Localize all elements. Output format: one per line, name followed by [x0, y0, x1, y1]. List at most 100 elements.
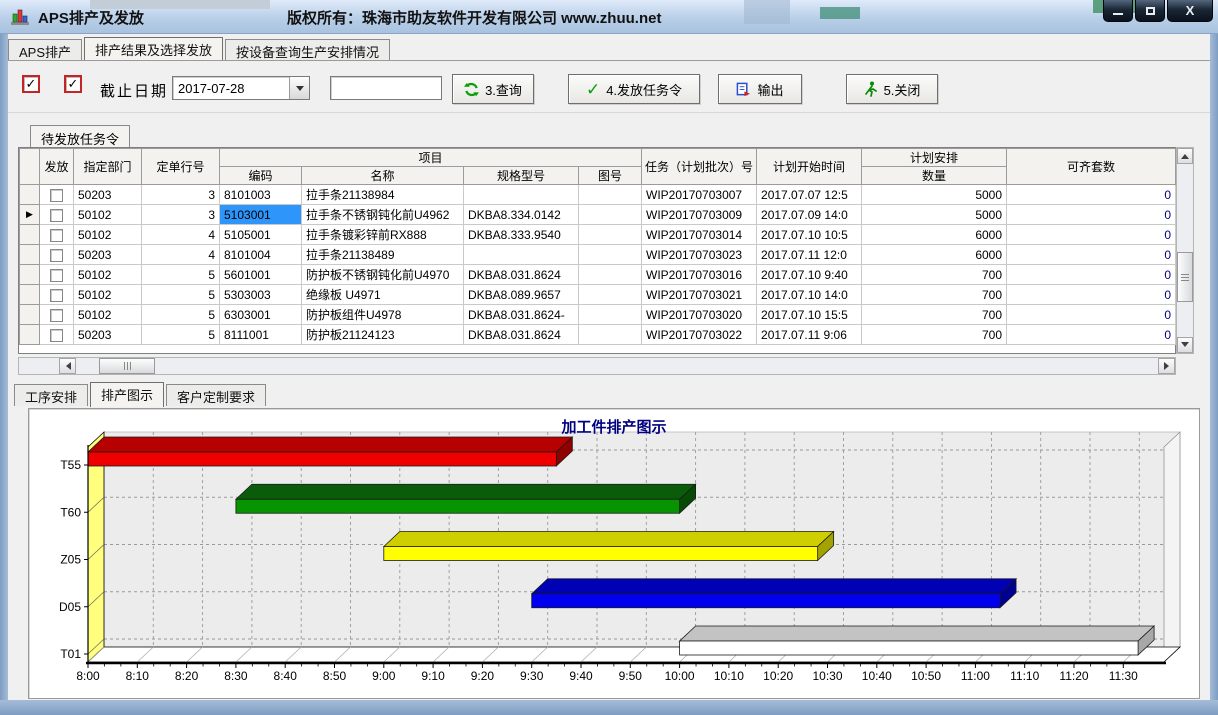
spec-cell[interactable]	[464, 245, 579, 265]
line-no-cell[interactable]: 5	[142, 265, 220, 285]
scroll-left-button[interactable]	[59, 358, 76, 374]
vertical-scroll-thumb[interactable]	[1177, 252, 1193, 302]
code-cell[interactable]: 6303001	[220, 305, 302, 325]
tab-schedule-chart[interactable]: 排产图示	[90, 382, 164, 407]
dispatch-task-button[interactable]: ✓ 4.发放任务令	[568, 74, 700, 104]
task-no-cell[interactable]: WIP20170703016	[642, 265, 757, 285]
code-cell[interactable]: 8111001	[220, 325, 302, 345]
code-cell[interactable]: 5303003	[220, 285, 302, 305]
code-cell[interactable]: 5601001	[220, 265, 302, 285]
name-cell[interactable]: 拉手条21138489	[302, 245, 464, 265]
start-time-cell[interactable]: 2017.07.11 9:06	[757, 325, 862, 345]
dispatch-cell[interactable]	[40, 245, 74, 265]
task-no-cell[interactable]: WIP20170703020	[642, 305, 757, 325]
deadline-date-combobox[interactable]: 2017-07-28	[172, 76, 310, 100]
name-cell[interactable]: 拉手条不锈钢钝化前U4962	[302, 205, 464, 225]
dept-cell[interactable]: 50203	[74, 245, 142, 265]
drawing-cell[interactable]	[579, 245, 642, 265]
drawing-cell[interactable]	[579, 305, 642, 325]
code-cell[interactable]: 8101004	[220, 245, 302, 265]
task-no-cell[interactable]: WIP20170703007	[642, 185, 757, 205]
select-all-checkbox-2[interactable]: ✓	[64, 75, 82, 93]
name-cell[interactable]: 防护板不锈钢钝化前U4970	[302, 265, 464, 285]
dispatch-checkbox[interactable]	[50, 229, 63, 242]
dispatch-cell[interactable]	[40, 265, 74, 285]
qty-cell[interactable]: 700	[862, 305, 1007, 325]
start-time-cell[interactable]: 2017.07.10 15:5	[757, 305, 862, 325]
tab-aps-scheduling[interactable]: APS排产	[8, 39, 82, 61]
tab-schedule-result[interactable]: 排产结果及选择发放	[84, 37, 223, 62]
tab-process-arrangement[interactable]: 工序安排	[14, 384, 88, 406]
close-form-button[interactable]: 5.关闭	[846, 74, 938, 104]
qty-cell[interactable]: 700	[862, 265, 1007, 285]
start-time-cell[interactable]: 2017.07.10 9:40	[757, 265, 862, 285]
name-cell[interactable]: 拉手条镀彩锌前RX888	[302, 225, 464, 245]
tab-customer-requirements[interactable]: 客户定制要求	[166, 384, 266, 406]
sets-cell[interactable]: 0	[1007, 285, 1176, 305]
dept-cell[interactable]: 50102	[74, 265, 142, 285]
dispatch-checkbox[interactable]	[50, 309, 63, 322]
dept-cell[interactable]: 50203	[74, 325, 142, 345]
task-no-cell[interactable]: WIP20170703022	[642, 325, 757, 345]
dispatch-cell[interactable]	[40, 325, 74, 345]
sets-cell[interactable]: 0	[1007, 185, 1176, 205]
drawing-cell[interactable]	[579, 185, 642, 205]
qty-cell[interactable]: 700	[862, 325, 1007, 345]
drawing-cell[interactable]	[579, 285, 642, 305]
sets-cell[interactable]: 0	[1007, 325, 1176, 345]
spec-cell[interactable]	[464, 185, 579, 205]
drawing-cell[interactable]	[579, 205, 642, 225]
dispatch-cell[interactable]	[40, 205, 74, 225]
name-cell[interactable]: 拉手条21138984	[302, 185, 464, 205]
start-time-cell[interactable]: 2017.07.07 12:5	[757, 185, 862, 205]
sets-cell[interactable]: 0	[1007, 225, 1176, 245]
dispatch-checkbox[interactable]	[50, 329, 63, 342]
line-no-cell[interactable]: 3	[142, 185, 220, 205]
dispatch-cell[interactable]	[40, 285, 74, 305]
dispatch-cell[interactable]	[40, 185, 74, 205]
dept-cell[interactable]: 50203	[74, 185, 142, 205]
tab-equipment-query[interactable]: 按设备查询生产安排情况	[225, 39, 390, 61]
line-no-cell[interactable]: 5	[142, 325, 220, 345]
filter-input[interactable]	[330, 76, 442, 100]
spec-cell[interactable]: DKBA8.334.0142	[464, 205, 579, 225]
code-cell[interactable]: 5103001	[220, 205, 302, 225]
qty-cell[interactable]: 5000	[862, 185, 1007, 205]
dispatch-cell[interactable]	[40, 225, 74, 245]
qty-cell[interactable]: 700	[862, 285, 1007, 305]
minimize-button[interactable]	[1103, 0, 1133, 22]
spec-cell[interactable]: DKBA8.031.8624-	[464, 305, 579, 325]
line-no-cell[interactable]: 4	[142, 225, 220, 245]
scroll-down-button[interactable]	[1177, 337, 1193, 353]
code-cell[interactable]: 8101003	[220, 185, 302, 205]
qty-cell[interactable]: 6000	[862, 245, 1007, 265]
task-no-cell[interactable]: WIP20170703021	[642, 285, 757, 305]
dispatch-checkbox[interactable]	[50, 189, 63, 202]
start-time-cell[interactable]: 2017.07.10 14:0	[757, 285, 862, 305]
spec-cell[interactable]: DKBA8.089.9657	[464, 285, 579, 305]
line-no-cell[interactable]: 5	[142, 305, 220, 325]
sets-cell[interactable]: 0	[1007, 265, 1176, 285]
drawing-cell[interactable]	[579, 325, 642, 345]
sets-cell[interactable]: 0	[1007, 305, 1176, 325]
select-all-checkbox-1[interactable]: ✓	[22, 75, 40, 93]
name-cell[interactable]: 防护板组件U4978	[302, 305, 464, 325]
name-cell[interactable]: 防护板21124123	[302, 325, 464, 345]
drawing-cell[interactable]	[579, 265, 642, 285]
dispatch-checkbox[interactable]	[50, 209, 63, 222]
dispatch-checkbox[interactable]	[50, 269, 63, 282]
dept-cell[interactable]: 50102	[74, 205, 142, 225]
dept-cell[interactable]: 50102	[74, 225, 142, 245]
combobox-dropdown-button[interactable]	[289, 77, 309, 99]
task-no-cell[interactable]: WIP20170703014	[642, 225, 757, 245]
dispatch-checkbox[interactable]	[50, 249, 63, 262]
sets-cell[interactable]: 0	[1007, 245, 1176, 265]
qty-cell[interactable]: 6000	[862, 225, 1007, 245]
dept-cell[interactable]: 50102	[74, 305, 142, 325]
close-button[interactable]: X	[1167, 0, 1213, 22]
spec-cell[interactable]: DKBA8.031.8624	[464, 325, 579, 345]
start-time-cell[interactable]: 2017.07.10 10:5	[757, 225, 862, 245]
dispatch-cell[interactable]	[40, 305, 74, 325]
qty-cell[interactable]: 5000	[862, 205, 1007, 225]
export-button[interactable]: 输出	[718, 74, 802, 104]
